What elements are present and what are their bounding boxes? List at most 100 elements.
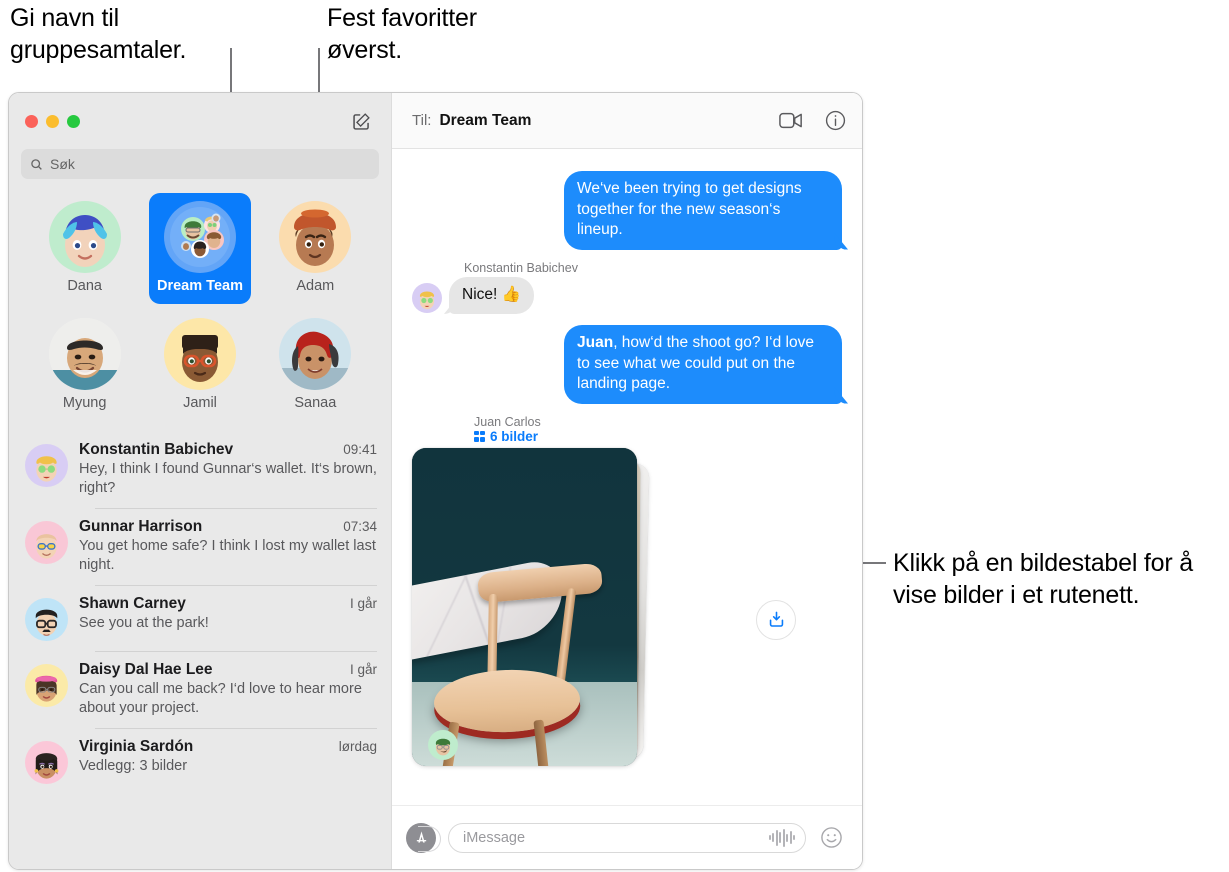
favorite-item-myung[interactable]: Myung (34, 310, 136, 421)
message-text: , how‘d the shoot go? I‘d love to see wh… (577, 334, 814, 392)
favorites-grid: Dana Dream Team Adam Myung Jamil Sanaa (9, 189, 391, 431)
favorite-item-jamil[interactable]: Jamil (149, 310, 251, 421)
conversation-row-shawn[interactable]: Shawn Carney I går See you at the park! (9, 585, 391, 651)
audio-waveform-icon[interactable] (768, 828, 795, 847)
sidebar: Søk Dana Dream Team Adam Myung Jamil San… (9, 93, 392, 869)
conversation-preview: You get home safe? I think I lost my wal… (79, 538, 376, 573)
zoom-button[interactable] (67, 114, 80, 128)
message-pane: Til: Dream Team We‘ve been trying to get… (392, 93, 862, 869)
favorite-label: Dana (67, 278, 102, 294)
callout-photo-stack: Klikk på en bildestabel for å vise bilde… (893, 549, 1193, 609)
photo-count-button[interactable]: 6 bilder (474, 429, 842, 444)
photo-sender-name: Juan Carlos (474, 414, 541, 429)
search-input[interactable]: Søk (21, 149, 379, 179)
app-store-icon[interactable] (406, 822, 441, 853)
memoji-jamil-icon (181, 335, 218, 382)
conversation-time: I går (349, 596, 377, 611)
memoji-adam-avatar (279, 201, 352, 273)
memoji-jamil-avatar (163, 318, 236, 390)
minimize-button[interactable] (46, 114, 59, 128)
video-camera-icon[interactable] (779, 112, 803, 129)
message-bubble[interactable]: Nice! 👍 (449, 276, 534, 314)
conversation-name: Gunnar Harrison (79, 518, 203, 535)
mention-juan: Juan (577, 334, 614, 351)
memoji-group-avatar (163, 201, 236, 273)
memoji-dana-avatar (48, 201, 121, 273)
info-circle-icon[interactable] (825, 110, 846, 131)
favorite-label: Sanaa (294, 395, 337, 411)
memoji-virginia-icon (34, 753, 59, 779)
smiley-face-icon[interactable] (818, 825, 844, 851)
conversation-row-daisy[interactable]: Daisy Dal Hae Lee I går Can you call me … (9, 651, 391, 728)
memoji-konstantin-icon (36, 456, 57, 482)
conversation-body: Gunnar Harrison 07:34 You get home safe?… (79, 518, 377, 575)
photo-count-label: 6 bilder (490, 428, 539, 444)
conversation-name: Konstantin Babichev (79, 441, 234, 458)
conversation-name: Daisy Dal Hae Lee (79, 661, 213, 678)
conversation-name: Virginia Sardón (79, 738, 194, 755)
photo-card-front[interactable] (412, 447, 637, 766)
traffic-lights (25, 114, 80, 128)
message-scroll-area[interactable]: We‘ve been trying to get designs togethe… (392, 149, 862, 805)
favorite-label: Adam (296, 278, 335, 294)
conversation-row-virginia[interactable]: Virginia Sardón lørdag Vedlegg: 3 bilder (9, 728, 391, 794)
conversation-row-konstantin[interactable]: Konstantin Babichev 09:41 Hey, I think I… (9, 431, 391, 508)
download-button[interactable] (756, 599, 796, 640)
waveform-bars (768, 828, 795, 847)
favorite-item-sanaa[interactable]: Sanaa (264, 310, 366, 421)
conversation-preview: Vedlegg: 3 bilder (79, 758, 188, 774)
photo-stack-message: Juan Carlos 6 bilder (412, 415, 842, 768)
message-sender-name: Konstantin Babichev (464, 260, 578, 275)
conversation-body: Daisy Dal Hae Lee I går Can you call me … (79, 661, 377, 718)
conversation-time: I går (349, 662, 377, 677)
memoji-juan-icon (435, 738, 451, 755)
memoji-shawn-icon (35, 609, 58, 636)
to-label: Til: (412, 112, 432, 129)
memoji-konstantin-avatar (412, 283, 442, 313)
favorite-label: Jamil (183, 395, 217, 411)
favorite-item-dream-team[interactable]: Dream Team (148, 193, 251, 304)
conversation-row-gunnar[interactable]: Gunnar Harrison 07:34 You get home safe?… (9, 508, 391, 585)
conversation-list: Konstantin Babichev 09:41 Hey, I think I… (9, 431, 391, 869)
search-placeholder: Søk (50, 156, 75, 172)
conversation-time: 07:34 (343, 519, 377, 534)
message-row-incoming-1: Nice! 👍 (412, 276, 842, 314)
memoji-gunnar-icon (36, 534, 57, 559)
download-icon (769, 611, 783, 627)
memoji-shawn-avatar (25, 598, 68, 641)
memoji-gunnar-avatar (25, 521, 68, 564)
memoji-adam-icon (294, 209, 337, 266)
conversation-header: Daisy Dal Hae Lee I går (79, 661, 377, 679)
favorite-item-adam[interactable]: Adam (264, 193, 366, 304)
message-bubble[interactable]: We‘ve been trying to get designs togethe… (564, 171, 842, 250)
conversation-body: Shawn Carney I går See you at the park! (79, 595, 377, 641)
favorite-item-dana[interactable]: Dana (34, 193, 136, 304)
message-group-incoming: Konstantin Babichev Nice! 👍 (412, 260, 842, 314)
memoji-daisy-avatar (25, 664, 68, 707)
favorite-label: Dream Team (157, 278, 243, 294)
conversation-body: Virginia Sardón lørdag Vedlegg: 3 bilder (79, 738, 377, 784)
memoji-daisy-icon (35, 675, 58, 702)
callout-pin-favorites: Fest favoritter øverst. (327, 4, 477, 64)
memoji-dana-icon (62, 215, 107, 267)
message-bubble[interactable]: Juan, how‘d the shoot go? I‘d love to se… (564, 325, 842, 404)
photo-stack[interactable] (412, 447, 654, 768)
recipient-name[interactable]: Dream Team (439, 112, 531, 130)
conversation-time: 09:41 (343, 442, 377, 457)
close-button[interactable] (25, 114, 38, 128)
conversation-preview: Hey, I think I found Gunnar‘s wallet. It… (79, 461, 377, 496)
conversation-preview: Can you call me back? I‘d love to hear m… (79, 681, 362, 716)
search-container: Søk (9, 149, 391, 189)
conversation-body: Konstantin Babichev 09:41 Hey, I think I… (79, 441, 377, 498)
title-bar (9, 93, 391, 149)
compose-icon[interactable] (347, 107, 375, 135)
memoji-virginia-avatar (25, 741, 68, 784)
photo-sanaa-avatar (279, 318, 352, 390)
photo-sanaa-icon (279, 318, 352, 390)
conversation-header: Konstantin Babichev 09:41 (79, 441, 377, 459)
conversation-time: lørdag (338, 739, 377, 754)
message-placeholder: iMessage (463, 829, 526, 846)
conversation-header-bar: Til: Dream Team (392, 93, 862, 149)
memoji-juan-avatar (428, 729, 458, 760)
message-input[interactable]: iMessage (448, 822, 806, 853)
